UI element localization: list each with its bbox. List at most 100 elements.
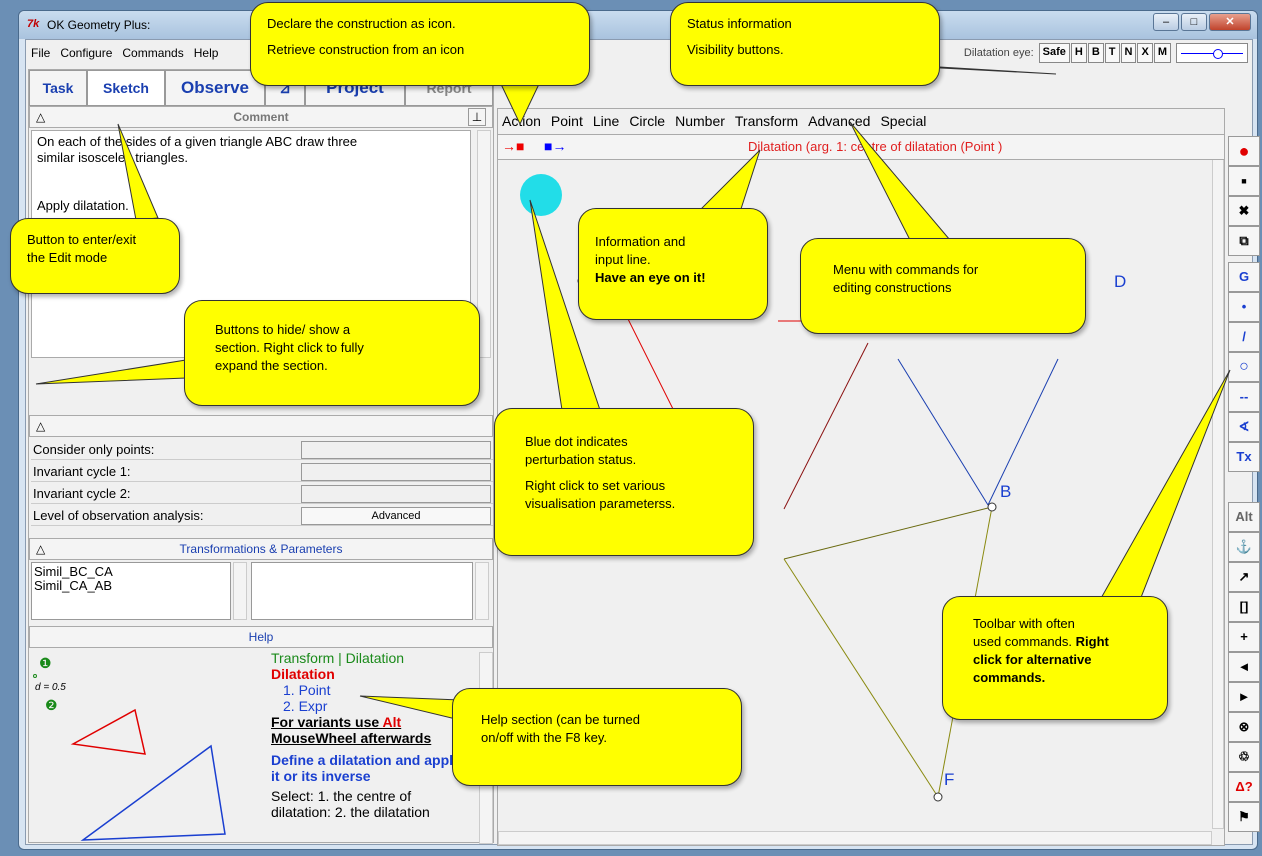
obs-row-level: Level of observation analysis: Advanced <box>31 506 493 526</box>
collapse-transformations-toggle[interactable]: △ <box>36 539 45 559</box>
menu-advanced[interactable]: Advanced <box>803 113 875 129</box>
list-scrollbar[interactable] <box>233 562 247 620</box>
level-select[interactable]: Advanced <box>301 507 491 525</box>
menu-special[interactable]: Special <box>875 113 931 129</box>
tb-anchor-icon[interactable]: ⚓ <box>1228 532 1260 562</box>
tb-line-icon[interactable]: / <box>1228 322 1260 352</box>
help-section-header: Help <box>29 626 493 648</box>
visibility-n-button[interactable]: N <box>1120 43 1137 63</box>
menu-transform[interactable]: Transform <box>730 113 803 129</box>
tb-point-icon[interactable]: • <box>1228 292 1260 322</box>
help-diagram: ❶ d = 0.5 ❷ <box>33 655 226 841</box>
transformations-header-label: Transformations & Parameters <box>179 542 343 556</box>
tab-task[interactable]: Task <box>29 70 87 106</box>
tb-angle-icon[interactable]: ∢ <box>1228 412 1260 442</box>
callout-status: Status information Visibility buttons. <box>670 2 940 86</box>
info-input-line[interactable]: →■ ■→ Dilatation (arg. 1: centre of dila… <box>497 134 1225 160</box>
canvas-hscroll[interactable] <box>498 831 1212 845</box>
obs-row-points: Consider only points: <box>31 440 493 460</box>
parameters-list[interactable] <box>251 562 473 620</box>
point-f[interactable] <box>933 792 943 802</box>
visibility-x-button[interactable]: X <box>1137 43 1153 63</box>
visibility-t-button[interactable]: T <box>1104 43 1120 63</box>
tab-sketch[interactable]: Sketch <box>87 70 165 106</box>
help-text: Transform | Dilatation Dilatation 1. Poi… <box>271 650 467 820</box>
tab-observe[interactable]: Observe <box>165 70 265 106</box>
tb-arrow-icon[interactable]: ↗ <box>1228 562 1260 592</box>
points-field[interactable] <box>301 441 491 459</box>
tb-forward-icon[interactable]: ► <box>1228 682 1260 712</box>
menu-help[interactable]: Help <box>189 46 224 60</box>
transformations-list[interactable]: Simil_BC_CA Simil_CA_AB <box>31 562 231 620</box>
canvas-menubar: Action Point Line Circle Number Transfor… <box>497 108 931 134</box>
tb-segment-icon[interactable]: -- <box>1228 382 1260 412</box>
tb-record-icon[interactable]: ● <box>1228 136 1260 166</box>
title-bar[interactable]: 7k OK Geometry Plus: – □ ✕ <box>19 11 1257 39</box>
menu-number[interactable]: Number <box>670 113 730 129</box>
help-marker-1: ❶ <box>39 655 52 671</box>
help-step-1: 1. Point <box>283 682 331 698</box>
help-title: Dilatation <box>271 666 335 682</box>
import-icon[interactable]: ■→ <box>544 138 566 154</box>
callout-edit: Button to enter/exit the Edit mode <box>10 218 180 294</box>
perturbation-status-dot[interactable] <box>520 174 562 216</box>
info-text: Dilatation (arg. 1: centre of dilatation… <box>748 139 1003 154</box>
collapse-comment-toggle[interactable]: △ <box>36 107 45 127</box>
canvas-vscroll[interactable] <box>1212 149 1224 829</box>
menu-configure[interactable]: Configure <box>55 46 117 60</box>
observe-section-header: △ <box>29 415 493 437</box>
menu-action[interactable]: Action <box>497 113 546 129</box>
help-small-triangle <box>70 708 146 755</box>
tb-back-icon[interactable]: ◄ <box>1228 652 1260 682</box>
close-button[interactable]: ✕ <box>1209 13 1251 31</box>
parameters-scrollbar[interactable] <box>475 562 489 620</box>
menu-commands[interactable]: Commands <box>117 46 188 60</box>
tb-text-icon[interactable]: Tx <box>1228 442 1260 472</box>
menu-file[interactable]: File <box>26 46 55 60</box>
tb-stop-icon[interactable]: ■ <box>1228 166 1260 196</box>
visibility-h-button[interactable]: H <box>1070 43 1087 63</box>
tb-delta-icon[interactable]: Δ? <box>1228 772 1260 802</box>
cycle1-field[interactable] <box>301 463 491 481</box>
menu-point[interactable]: Point <box>546 113 588 129</box>
help-header-label: Help <box>248 630 274 644</box>
menu-circle[interactable]: Circle <box>624 113 670 129</box>
export-icon[interactable]: →■ <box>502 138 524 154</box>
visibility-m-button[interactable]: M <box>1153 43 1171 63</box>
comment-line-3 <box>37 166 465 182</box>
list-item[interactable]: Simil_BC_CA <box>34 565 228 579</box>
callout-sections: Buttons to hide/ show a section. Right c… <box>184 300 480 406</box>
tb-circle-icon[interactable]: ○ <box>1228 352 1260 382</box>
minimize-button[interactable]: – <box>1153 13 1179 31</box>
help-step-2: 2. Expr <box>283 698 328 714</box>
zoom-slider[interactable] <box>1176 43 1248 63</box>
tb-delete-icon[interactable]: ✖ <box>1228 196 1260 226</box>
tb-copy-icon[interactable]: ⧉ <box>1228 226 1260 256</box>
help-define: Define a dilatation and apply it or its … <box>271 752 461 784</box>
list-item[interactable]: Simil_CA_AB <box>34 579 228 593</box>
tb-cancel-icon[interactable]: ⊗ <box>1228 712 1260 742</box>
help-variants: For variants use Alt MouseWheel afterwar… <box>271 714 432 746</box>
tb-g-icon[interactable]: G <box>1228 262 1260 292</box>
tb-flag-icon[interactable]: ⚑ <box>1228 802 1260 832</box>
visibility-b-button[interactable]: B <box>1087 43 1104 63</box>
maximize-button[interactable]: □ <box>1181 13 1207 31</box>
callout-menu: Menu with commands for editing construct… <box>800 238 1086 334</box>
status-area: Dilatation eye: Safe H B T N X M <box>964 43 1248 63</box>
tb-bracket-icon[interactable]: [] <box>1228 592 1260 622</box>
menu-line[interactable]: Line <box>588 113 624 129</box>
help-marker-2: ❷ <box>45 697 58 713</box>
darkred-segment <box>783 342 869 510</box>
pin-button[interactable]: ⊥ <box>468 108 486 126</box>
help-area: ❶ d = 0.5 ❷ Transform | Dilatation Dilat… <box>31 648 493 848</box>
collapse-observe-toggle[interactable]: △ <box>36 416 45 436</box>
tb-plus-icon[interactable]: + <box>1228 622 1260 652</box>
tb-recycle-icon[interactable]: ♲ <box>1228 742 1260 772</box>
tb-alt-icon[interactable]: Alt <box>1228 502 1260 532</box>
cycle2-field[interactable] <box>301 485 491 503</box>
point-b[interactable] <box>987 502 997 512</box>
comment-line-1: On each of the sides of a given triangle… <box>37 134 358 149</box>
comment-line-5: Apply dilatation. <box>37 198 129 213</box>
comment-line-2: similar isosceles triangles. <box>37 150 188 165</box>
safe-button[interactable]: Safe <box>1038 43 1070 63</box>
